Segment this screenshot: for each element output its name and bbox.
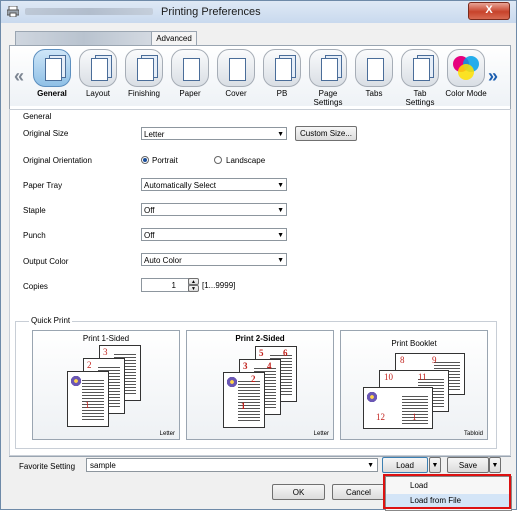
print-2-sided-card[interactable]: Print 2-Sided 56 34 21 Letter: [186, 330, 334, 440]
ribbon-right-arrow[interactable]: »: [488, 66, 498, 87]
output-color-select[interactable]: Auto Color: [141, 253, 287, 267]
portrait-radio[interactable]: [141, 156, 149, 164]
paper-icon: [171, 49, 209, 87]
paper-tray-label: Paper Tray: [23, 181, 63, 190]
ribbon-item-page-settings[interactable]: Page Settings: [306, 49, 350, 107]
window-title: Printing Preferences: [161, 6, 261, 18]
print-1-sided-title: Print 1-Sided: [82, 334, 130, 343]
orientation-label: Original Orientation: [23, 156, 92, 165]
punch-label: Punch: [23, 231, 46, 240]
printer-name-redacted: [25, 8, 153, 15]
staple-label: Staple: [23, 206, 46, 215]
original-size-select[interactable]: Letter: [141, 127, 287, 141]
favorite-setting-select[interactable]: sample: [86, 458, 378, 473]
load-dropdown-button[interactable]: ▼: [429, 457, 441, 473]
load-button[interactable]: Load: [382, 457, 428, 473]
feature-ribbon: « » General Layout Finishing Paper Cover: [10, 46, 510, 107]
print-2-sided-title: Print 2-Sided: [235, 334, 285, 343]
portrait-label: Portrait: [152, 156, 178, 165]
finishing-icon: [125, 49, 163, 87]
original-size-label: Original Size: [23, 129, 69, 138]
ribbon-item-color-mode[interactable]: Color Mode: [444, 49, 488, 105]
page-settings-icon: [309, 49, 347, 87]
ribbon-item-general[interactable]: General: [30, 49, 74, 105]
paper-tray-select[interactable]: Automatically Select: [141, 178, 287, 192]
ok-button[interactable]: OK: [272, 484, 325, 500]
ribbon-item-paper[interactable]: Paper: [168, 49, 212, 105]
print-booklet-title: Print Booklet: [391, 339, 437, 348]
copies-down-button[interactable]: ▼: [188, 285, 199, 292]
cover-icon: [217, 49, 255, 87]
landscape-label: Landscape: [226, 156, 266, 165]
pb-icon: [263, 49, 301, 87]
close-button[interactable]: X: [468, 2, 510, 20]
copies-input[interactable]: 1: [141, 278, 189, 292]
output-color-label: Output Color: [23, 257, 69, 266]
title-bar: Printing Preferences X: [1, 1, 516, 23]
punch-select[interactable]: Off: [141, 228, 287, 242]
tab-settings-icon: [401, 49, 439, 87]
save-button[interactable]: Save: [447, 457, 489, 473]
ribbon-item-cover[interactable]: Cover: [214, 49, 258, 105]
save-dropdown-button[interactable]: ▼: [489, 457, 501, 473]
tabs-icon: [355, 49, 393, 87]
tab-advanced[interactable]: Advanced: [151, 31, 197, 46]
ribbon-left-arrow[interactable]: «: [14, 66, 24, 87]
ribbon-item-pb[interactable]: PB: [260, 49, 304, 105]
cancel-button[interactable]: Cancel: [332, 484, 385, 500]
print-booklet-size: Tabloid: [463, 431, 483, 437]
tab-printer-redacted[interactable]: [15, 31, 152, 46]
landscape-radio[interactable]: [214, 156, 222, 164]
favorite-setting-label: Favorite Setting: [19, 462, 76, 471]
print-1-sided-card[interactable]: Print 1-Sided 3 2 1 Letter: [32, 330, 180, 440]
ribbon-item-layout[interactable]: Layout: [76, 49, 120, 105]
ribbon-item-tabs[interactable]: Tabs: [352, 49, 396, 105]
print-booklet-card[interactable]: Print Booklet 89 10 11 12 1 Tabloid: [340, 330, 488, 440]
printer-icon: [7, 6, 19, 17]
staple-select[interactable]: Off: [141, 203, 287, 217]
print-2-sided-size: Letter: [313, 431, 329, 437]
copies-label: Copies: [23, 282, 48, 291]
color-mode-icon: [447, 49, 485, 87]
ribbon-item-tab-settings[interactable]: Tab Settings: [398, 49, 442, 107]
ribbon-item-finishing[interactable]: Finishing: [122, 49, 166, 105]
printing-preferences-window: Printing Preferences X Advanced « » Gene…: [0, 0, 517, 511]
custom-size-button[interactable]: Custom Size...: [295, 126, 357, 141]
copies-up-button[interactable]: ▲: [188, 278, 199, 285]
general-icon: [33, 49, 71, 87]
print-1-sided-size: Letter: [159, 431, 175, 437]
copies-range: [1...9999]: [202, 281, 236, 290]
menu-highlight-box: [383, 474, 511, 509]
general-group-label: General: [23, 112, 52, 121]
layout-icon: [79, 49, 117, 87]
quick-print-label: Quick Print: [29, 316, 73, 325]
